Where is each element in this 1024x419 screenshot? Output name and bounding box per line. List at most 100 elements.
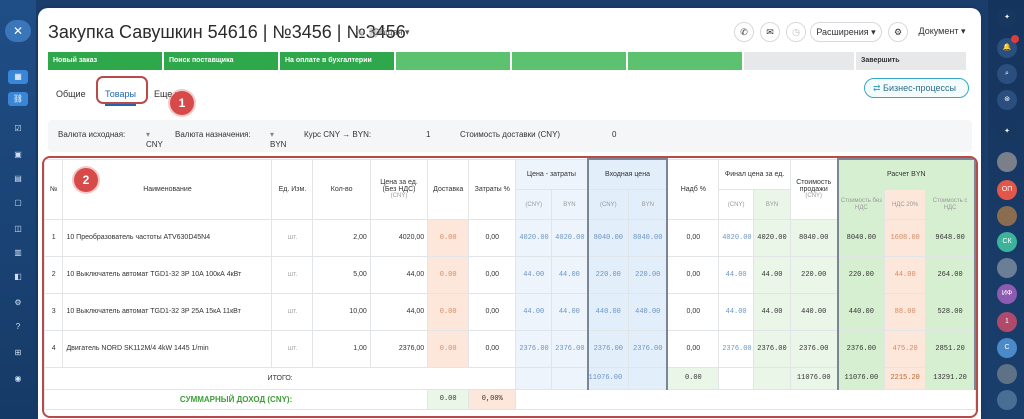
cell-costs: 0,00 [468, 218, 517, 257]
telephony-icon[interactable]: ⊛ [997, 90, 1017, 110]
cell-price[interactable]: 4020,00 [369, 218, 429, 257]
bell-icon[interactable]: 🔔 [997, 35, 1019, 58]
avatar[interactable]: 1 [997, 312, 1017, 332]
business-process-button[interactable]: ⇄ Бизнес-процессы [864, 78, 969, 98]
user-icon[interactable]: ◉ [8, 372, 28, 386]
rate-value[interactable]: 1 [426, 130, 430, 139]
extensions-button[interactable]: Расширения ▾ [810, 22, 882, 42]
workflow-icon: ⇄ [873, 83, 884, 93]
bitrix-logo-icon[interactable]: ✦ [997, 8, 1017, 28]
avatar[interactable] [997, 364, 1017, 384]
link-icon[interactable]: ⛓ [8, 92, 28, 106]
cell-markup[interactable]: 0,00 [666, 329, 720, 368]
cell-pc-cny: 44.00 [515, 255, 553, 294]
callout-2: 2 [74, 168, 98, 192]
phone-icon[interactable]: ✆ [734, 22, 754, 42]
search-icon[interactable]: ⌕ [997, 64, 1017, 84]
highlight-goods-tab [96, 76, 148, 104]
avatar[interactable] [997, 206, 1017, 226]
tasks-icon[interactable]: ☑ [8, 122, 28, 136]
calendar-icon[interactable]: ▣ [8, 148, 28, 162]
col-costs-pct: Затраты % [468, 158, 517, 220]
stage-new-order[interactable]: Новый заказ [48, 52, 162, 70]
cell-price[interactable]: 2376,00 [369, 329, 429, 368]
avatar[interactable] [997, 152, 1017, 172]
stage-payment[interactable]: На оплате в бухгалтерии [280, 52, 394, 70]
stage-blurred[interactable] [744, 52, 854, 70]
cell-pc-byn: 44.00 [551, 255, 589, 294]
col-price-costs: Цена - затраты [515, 158, 589, 190]
table-row[interactable]: 2 10 Выключатель автомат TGD1-32 3P 10A 1… [44, 255, 976, 294]
avatar[interactable]: ИФ [997, 284, 1017, 304]
col-qty: Кол-во [312, 158, 371, 220]
summary-pct: 0,00% [468, 388, 517, 410]
cell-markup[interactable]: 0,00 [666, 218, 720, 257]
folder-icon[interactable]: ▤ [8, 172, 28, 186]
table-row[interactable]: 1 10 Преобразователь частоты ATV630D45N4 ш… [44, 218, 976, 257]
target-currency-select[interactable]: BYN ▾ [270, 130, 286, 149]
chat-icon[interactable]: ▢ [8, 196, 28, 210]
cell-in-cny: 220.00 [586, 255, 630, 294]
grid-icon[interactable]: ▦ [8, 70, 28, 84]
stage-blurred[interactable] [396, 52, 510, 70]
contacts-icon[interactable]: ◫ [8, 222, 28, 236]
col-cost-no-vat: Стоимость без НДС [836, 188, 886, 220]
cell-in-cny: 440.00 [586, 292, 630, 331]
tab-general[interactable]: Общие [56, 84, 86, 104]
apps-icon[interactable]: ⊞ [8, 346, 28, 360]
col-sale-cost: Стоимость продажи (CNY) [789, 158, 839, 220]
close-icon[interactable]: ✕ [5, 20, 31, 42]
cell-qty[interactable]: 2,00 [312, 218, 371, 257]
callout-1: 1 [170, 91, 194, 115]
help-icon[interactable]: ? [8, 320, 28, 334]
stage-blurred[interactable] [628, 52, 742, 70]
col-fin-cny: (CNY) [718, 188, 755, 220]
cell-qty[interactable]: 5,00 [312, 255, 371, 294]
table-row[interactable]: 3 10 Выключатель автомат TGD1-32 3P 25A 1… [44, 292, 976, 331]
cell-sale: 220.00 [789, 255, 839, 294]
cell-vat: 88.00 [884, 292, 927, 331]
settings-icon[interactable]: ⚙ [8, 296, 28, 310]
source-currency-label: Валюта исходная: [58, 130, 126, 139]
assistant-icon[interactable]: ✦ [997, 122, 1017, 142]
avatar[interactable] [997, 390, 1017, 410]
stage-finish[interactable]: Завершить [856, 52, 966, 70]
cell-delivery[interactable]: 0.00 [427, 292, 470, 331]
products-table: № Наименование Ед. Изм. Кол-во Цена за е… [44, 158, 976, 410]
cell-qty[interactable]: 10,00 [312, 292, 371, 331]
avatar[interactable]: СК [997, 232, 1017, 252]
cell-with-vat: 2851.20 [925, 329, 976, 368]
avatar[interactable]: С [997, 338, 1017, 358]
store-icon[interactable]: ◧ [8, 270, 28, 284]
cell-with-vat: 528.00 [925, 292, 976, 331]
report-icon[interactable]: ▥ [8, 246, 28, 260]
cell-price[interactable]: 44,00 [369, 292, 429, 331]
col-unit: Ед. Изм. [271, 158, 314, 220]
category-dropdown[interactable]: Общая ▾ [373, 27, 409, 38]
deal-card: Закупка Савушкин 54616 | №3456 | №3456 ✎… [38, 8, 981, 419]
cell-markup[interactable]: 0,00 [666, 292, 720, 331]
stage-supplier-search[interactable]: Поиск поставщика [164, 52, 278, 70]
mail-icon[interactable]: ✉ [760, 22, 780, 42]
cell-name: 10 Преобразователь частоты ATV630D45N4 [62, 218, 273, 257]
cell-in-cny: 8040.00 [586, 218, 630, 257]
document-button[interactable]: Документ ▾ [914, 22, 970, 42]
stage-blurred[interactable] [512, 52, 626, 70]
cell-qty[interactable]: 1,00 [312, 329, 371, 368]
table-row[interactable]: 4 Двигатель NORD SK112M/4 4kW 1445 1/min ш… [44, 329, 976, 368]
source-currency-select[interactable]: CNY ▾ [146, 130, 163, 149]
avatar[interactable]: ОП [997, 180, 1017, 200]
col-cost-vat: Стоимость с НДС [925, 188, 976, 220]
cell-markup[interactable]: 0,00 [666, 255, 720, 294]
cell-fin-cny: 4020.00 [718, 218, 755, 257]
gear-icon[interactable]: ⚙ [888, 22, 908, 42]
cell-price[interactable]: 44,00 [369, 255, 429, 294]
col-pc-byn: BYN [551, 188, 589, 220]
avatar[interactable] [997, 258, 1017, 278]
clock-icon[interactable]: ◷ [786, 22, 806, 42]
cell-delivery[interactable]: 0.00 [427, 218, 470, 257]
delivery-cost-value[interactable]: 0 [612, 130, 616, 139]
cell-sale: 440.00 [789, 292, 839, 331]
cell-delivery[interactable]: 0.00 [427, 255, 470, 294]
cell-delivery[interactable]: 0.00 [427, 329, 470, 368]
